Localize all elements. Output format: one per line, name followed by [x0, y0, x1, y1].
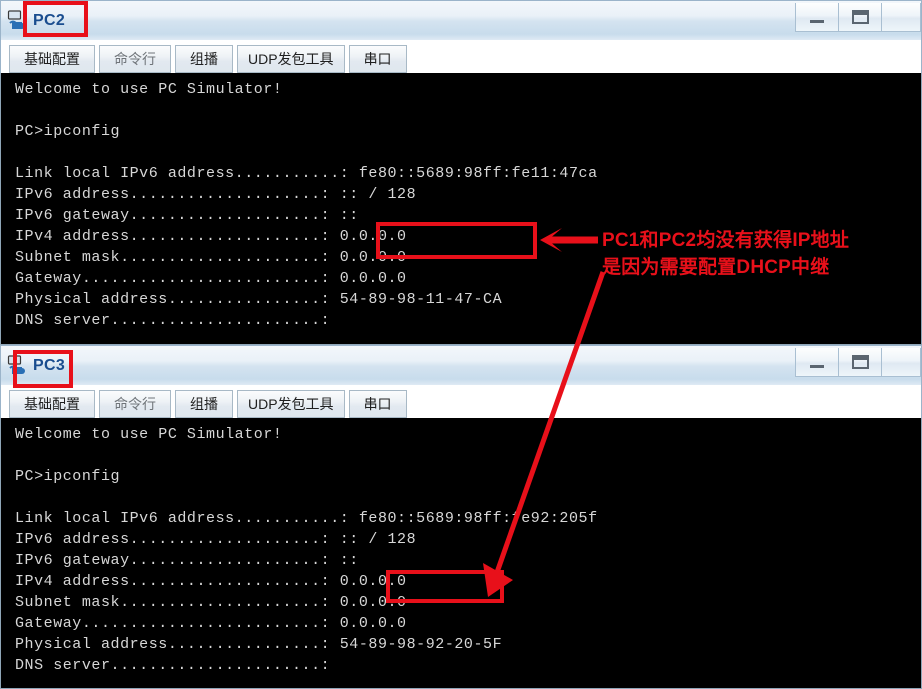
terminal-line: Physical address................: 54-89-… [15, 291, 503, 308]
pc2-minimize-button[interactable] [795, 3, 839, 32]
pc2-titlebar[interactable]: PC2 [0, 0, 922, 40]
terminal-line: IPv6 gateway....................: :: [15, 552, 359, 569]
pc3-terminal[interactable]: Welcome to use PC Simulator! PC>ipconfig… [0, 418, 922, 689]
pc3-tab-multicast[interactable]: 组播 [175, 390, 233, 418]
terminal-line: DNS server......................: [15, 657, 331, 674]
pc2-tab-basic-config[interactable]: 基础配置 [9, 45, 95, 73]
pc3-window[interactable]: PC3 基础配置 命令行 组播 UDP发包工具 串口 Welcome to us… [0, 345, 922, 689]
terminal-line: IPv4 address....................: 0.0.0.… [15, 573, 407, 590]
pc-simulator-icon [7, 9, 27, 32]
terminal-line: DNS server......................: [15, 312, 331, 329]
pc2-terminal[interactable]: Welcome to use PC Simulator! PC>ipconfig… [0, 73, 922, 345]
pc2-terminal-output: Welcome to use PC Simulator! PC>ipconfig… [1, 73, 921, 331]
terminal-line: Subnet mask.....................: 0.0.0.… [15, 594, 407, 611]
pc3-close-button[interactable] [881, 348, 921, 377]
terminal-line: Link local IPv6 address...........: fe80… [15, 165, 598, 182]
pc2-tab-multicast[interactable]: 组播 [175, 45, 233, 73]
pc2-window[interactable]: PC2 基础配置 命令行 组播 UDP发包工具 串口 Welcome to us… [0, 0, 922, 345]
pc3-titlebar[interactable]: PC3 [0, 345, 922, 385]
terminal-line: Gateway.........................: 0.0.0.… [15, 615, 407, 632]
pc3-minimize-button[interactable] [795, 348, 839, 377]
terminal-line: Physical address................: 54-89-… [15, 636, 503, 653]
pc-simulator-icon [7, 354, 27, 377]
pc2-window-controls[interactable] [795, 3, 921, 33]
pc3-window-controls[interactable] [795, 348, 921, 378]
pc2-maximize-button[interactable] [838, 3, 882, 32]
terminal-line: Welcome to use PC Simulator! [15, 81, 283, 98]
terminal-line: IPv6 address....................: :: / 1… [15, 186, 417, 203]
terminal-line: Subnet mask.....................: 0.0.0.… [15, 249, 407, 266]
terminal-line: Welcome to use PC Simulator! [15, 426, 283, 443]
pc2-close-button[interactable] [881, 3, 921, 32]
pc2-window-title: PC2 [33, 11, 66, 29]
pc2-tab-udp-tool[interactable]: UDP发包工具 [237, 45, 345, 73]
pc2-tabstrip[interactable]: 基础配置 命令行 组播 UDP发包工具 串口 [0, 40, 922, 73]
terminal-line: Gateway.........................: 0.0.0.… [15, 270, 407, 287]
terminal-line: IPv6 address....................: :: / 1… [15, 531, 417, 548]
pc3-tab-serial-port[interactable]: 串口 [348, 390, 407, 418]
terminal-line: IPv6 gateway....................: :: [15, 207, 359, 224]
pc3-tab-basic-config[interactable]: 基础配置 [9, 390, 95, 418]
pc3-maximize-button[interactable] [838, 348, 882, 377]
pc2-tab-command-line[interactable]: 命令行 [99, 45, 171, 73]
terminal-line: Link local IPv6 address...........: fe80… [15, 510, 598, 527]
pc3-window-title: PC3 [33, 356, 66, 374]
pc3-terminal-output: Welcome to use PC Simulator! PC>ipconfig… [1, 418, 921, 676]
pc3-tabstrip[interactable]: 基础配置 命令行 组播 UDP发包工具 串口 [0, 385, 922, 418]
pc2-tab-serial-port[interactable]: 串口 [348, 45, 407, 73]
screenshot-root: PC2 基础配置 命令行 组播 UDP发包工具 串口 Welcome to us… [0, 0, 922, 689]
terminal-line: IPv4 address....................: 0.0.0.… [15, 228, 407, 245]
pc3-tab-command-line[interactable]: 命令行 [99, 390, 171, 418]
terminal-line: PC>ipconfig [15, 468, 121, 485]
terminal-line: PC>ipconfig [15, 123, 121, 140]
pc3-tab-udp-tool[interactable]: UDP发包工具 [237, 390, 345, 418]
